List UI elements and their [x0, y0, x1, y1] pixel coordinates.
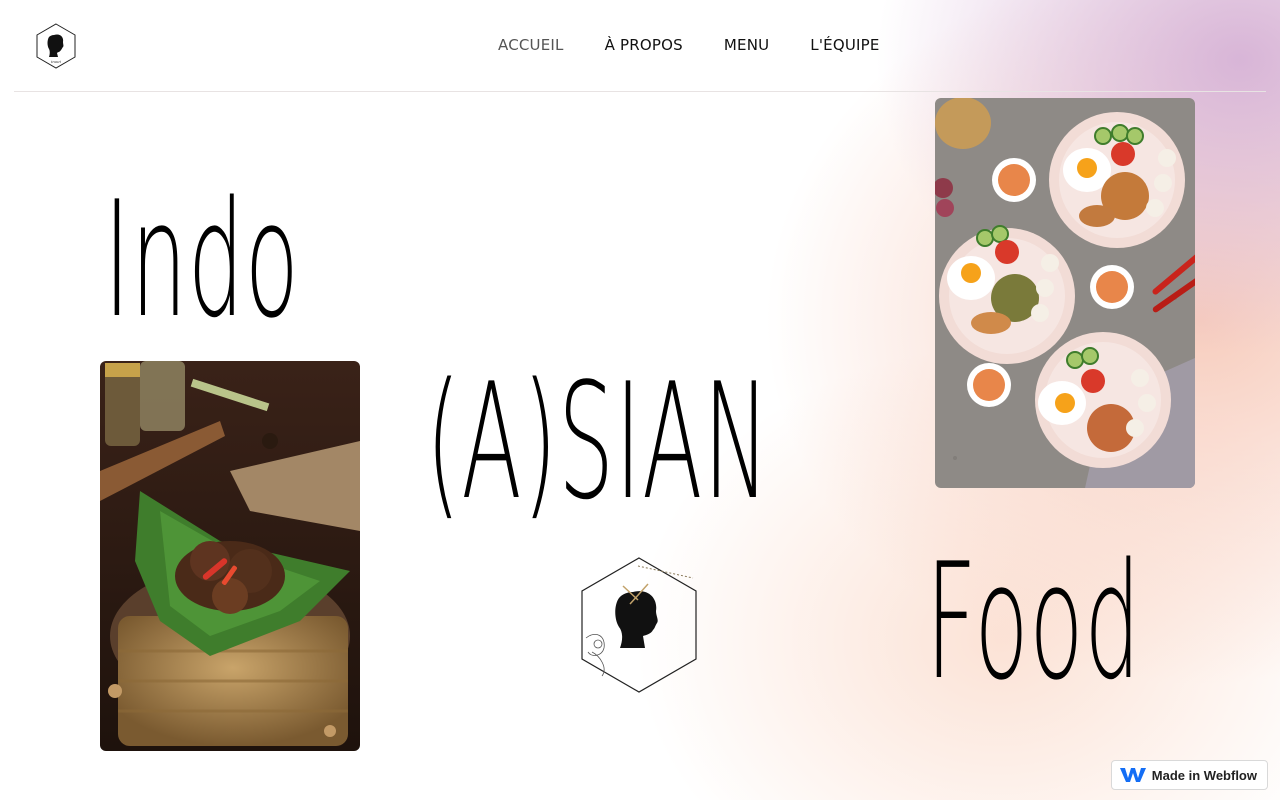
webflow-w-icon: [1119, 768, 1146, 782]
nav-item-accueil[interactable]: ACCUEIL: [498, 36, 564, 54]
rendang-photo: [100, 361, 360, 751]
nav-item-menu[interactable]: MENU: [724, 36, 769, 54]
header-logo[interactable]: inoei: [34, 22, 78, 70]
nasi-goreng-photo: [935, 98, 1195, 488]
webflow-badge-label: Made in Webflow: [1151, 767, 1257, 783]
hero-word-asian: (A)SIAN: [426, 348, 771, 535]
woman-silhouette-hexagon-logo-icon: [581, 557, 697, 693]
center-logo: [578, 556, 700, 694]
woman-silhouette-logo-icon: inoei: [36, 23, 76, 69]
hero-word-food: Food: [926, 528, 1142, 715]
site-header: inoei ACCUEIL À PROPOS MENU L'ÉQUIPE: [14, 0, 1266, 92]
nav-item-a-propos[interactable]: À PROPOS: [605, 36, 683, 54]
main-nav: ACCUEIL À PROPOS MENU L'ÉQUIPE: [498, 36, 880, 54]
hero-word-indo: Indo: [104, 166, 300, 353]
svg-text:inoei: inoei: [51, 59, 62, 64]
nav-item-equipe[interactable]: L'ÉQUIPE: [810, 36, 879, 54]
made-in-webflow-badge[interactable]: Made in Webflow: [1110, 760, 1268, 790]
